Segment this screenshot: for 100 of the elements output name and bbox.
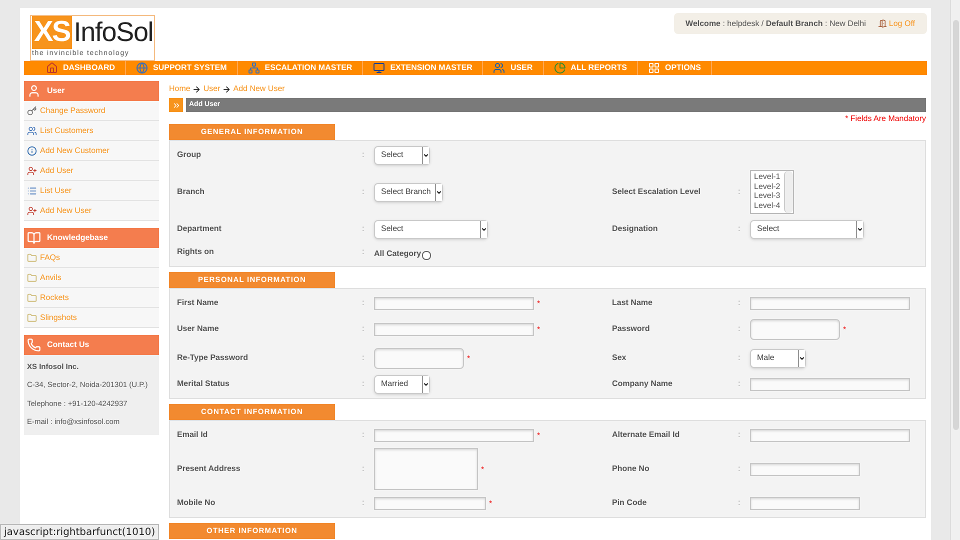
sidebar-item[interactable]: Add New User [24, 201, 159, 221]
nav-item[interactable]: OPTIONS [638, 61, 712, 75]
field-label: Alternate Email Id [612, 429, 681, 441]
caret-icon [481, 226, 487, 232]
nav-item[interactable]: USER [483, 61, 544, 75]
network-icon [248, 62, 260, 74]
field-label: Department [177, 223, 222, 235]
nav-item[interactable]: EXTENSION MASTER [363, 61, 484, 75]
colon-separator: : [738, 463, 742, 475]
mandatory-note: * Fields Are Mandatory [845, 114, 926, 124]
arrow-icon [192, 84, 202, 94]
list-icon [27, 186, 37, 196]
password-field[interactable] [374, 348, 464, 368]
caret-icon [423, 152, 429, 158]
caret-icon [436, 188, 442, 196]
home-icon [46, 62, 58, 74]
field-label: Designation [612, 223, 659, 235]
nav-item[interactable]: ESCALATION MASTER [238, 61, 364, 75]
text-field[interactable] [750, 462, 860, 476]
select-dropdown[interactable]: Select [374, 220, 488, 238]
logo-name: InfoSol [72, 16, 154, 49]
logoff-link[interactable]: Log Off [878, 18, 915, 30]
caret-icon [423, 380, 429, 388]
page-scrollbar[interactable] [950, 0, 960, 540]
colon-separator: : [738, 223, 742, 235]
field-label: Phone No [612, 463, 650, 475]
colon-separator: : [362, 297, 366, 309]
colon-separator: : [738, 186, 742, 198]
sidebar-item[interactable]: List Customers [24, 121, 159, 141]
nav-item[interactable]: DASHBOARD [36, 61, 126, 75]
select-dropdown[interactable]: Male [750, 348, 806, 368]
breadcrumb-link[interactable]: Add New User [233, 83, 285, 95]
arrow-icon [222, 84, 232, 94]
sidebar-item[interactable]: Slingshots [24, 308, 159, 328]
nav-item[interactable]: SUPPORT SYSTEM [126, 61, 238, 75]
text-field[interactable] [374, 322, 534, 336]
sidebar-title: Knowledgebase [47, 232, 108, 244]
list-option[interactable]: Level-1 [754, 172, 784, 182]
select-dropdown[interactable]: Select Branch [374, 182, 443, 202]
all-category-checkbox[interactable] [422, 251, 432, 260]
colon-separator: : [362, 246, 366, 258]
colon-separator: : [362, 352, 366, 364]
sidebar-title: User [47, 85, 65, 97]
colon-separator: : [738, 497, 742, 509]
address-textarea[interactable] [374, 448, 478, 490]
escalation-level-listbox[interactable]: Level-1 Level-2 Level-3 Level-4 [750, 170, 794, 214]
sidebar-item[interactable]: Change Password [24, 101, 159, 121]
globe-icon [136, 62, 148, 74]
sidebar-item[interactable]: FAQs [24, 248, 159, 268]
colon-separator: : [362, 378, 366, 390]
text-field[interactable] [750, 496, 860, 510]
grid-icon [648, 62, 660, 74]
colon-separator: : [362, 186, 366, 198]
pie-chart-icon [554, 62, 566, 74]
colon-separator: : [362, 223, 366, 235]
list-option[interactable]: Level-4 [754, 200, 784, 210]
breadcrumb-link[interactable]: Home [169, 83, 190, 95]
password-field[interactable] [750, 318, 840, 340]
user-add-icon [27, 166, 37, 176]
sidebar-item[interactable]: Rockets [24, 288, 159, 308]
select-dropdown[interactable]: Married [374, 374, 430, 394]
field-label: Pin Code [612, 497, 648, 509]
field-label: Mobile No [177, 497, 216, 509]
text-field[interactable] [374, 428, 534, 442]
required-mark: * [481, 464, 484, 474]
text-field[interactable] [374, 496, 486, 510]
door-icon [878, 19, 887, 28]
field-label: Rights on [177, 246, 215, 258]
select-dropdown[interactable]: Select [374, 146, 430, 164]
field-label: Password [612, 323, 651, 335]
folder-icon [27, 272, 37, 282]
list-option[interactable]: Level-3 [754, 191, 784, 200]
welcome-text: Welcome : helpdesk / Default Branch : New Delhi [686, 18, 866, 30]
sidebar-item[interactable]: List User [24, 181, 159, 201]
sidebar-title: Contact Us [47, 339, 90, 351]
text-field[interactable] [374, 296, 534, 310]
field-label: Last Name [612, 297, 654, 309]
caret-icon [857, 226, 863, 232]
field-label: Group [177, 149, 202, 161]
nav-item[interactable]: ALL REPORTS [544, 61, 638, 75]
list-option[interactable]: Level-2 [754, 182, 784, 191]
scrollbar[interactable] [784, 171, 793, 213]
text-field[interactable] [750, 378, 910, 390]
phone-icon [27, 338, 41, 352]
text-field[interactable] [750, 428, 910, 442]
colon-separator: : [738, 378, 742, 390]
select-dropdown[interactable]: Select [750, 220, 864, 238]
colon-separator: : [362, 463, 366, 475]
field-label: Re-Type Password [177, 352, 249, 364]
sidebar-item[interactable]: Anvils [24, 268, 159, 288]
users-icon [27, 126, 37, 136]
sidebar-item[interactable]: Add New Customer [24, 141, 159, 161]
breadcrumb-link[interactable]: User [203, 83, 220, 95]
sidebar-item[interactable]: Add User [24, 161, 159, 181]
colon-separator: : [362, 149, 366, 161]
text-field[interactable] [750, 296, 910, 310]
required-mark: * [843, 324, 846, 334]
field-label: Present Address [177, 463, 242, 475]
required-mark: * [537, 298, 540, 308]
checkbox-label: All Category [374, 248, 422, 260]
